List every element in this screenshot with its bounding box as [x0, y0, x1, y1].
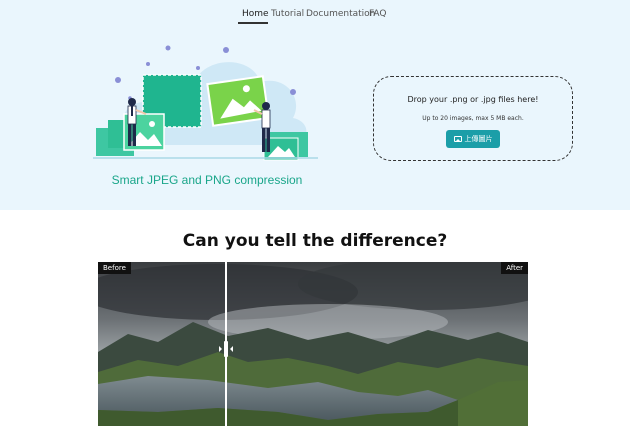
drop-zone-limits: Up to 20 images, max 5 MB each.: [422, 115, 524, 122]
image-icon: [453, 136, 462, 142]
upload-button-label: 上傳圖片: [464, 135, 493, 143]
landscape-photo: [98, 262, 528, 426]
comparison-title: Can you tell the difference?: [182, 231, 448, 251]
drag-handle-icon[interactable]: [217, 340, 235, 358]
hero-caption: Smart JPEG and PNG compression: [111, 173, 303, 187]
before-label: Before: [98, 262, 131, 274]
nav-documentation[interactable]: Documentation: [306, 9, 375, 19]
nav-tutorial[interactable]: Tutorial: [271, 9, 304, 19]
upload-button[interactable]: 上傳圖片: [446, 130, 500, 148]
file-drop-zone[interactable]: Drop your .png or .jpg files here! Up to…: [373, 76, 573, 161]
drop-zone-title: Drop your .png or .jpg files here!: [407, 95, 539, 104]
before-after-comparison[interactable]: Before After: [98, 262, 528, 426]
hero-section: Home Tutorial Documentation FAQ Smart JP…: [0, 0, 630, 210]
active-tab-indicator: [238, 22, 268, 24]
hero-illustration: [93, 45, 318, 161]
nav-home[interactable]: Home: [242, 9, 269, 19]
after-label: After: [501, 262, 528, 274]
nav-faq[interactable]: FAQ: [369, 9, 386, 19]
top-nav: Home Tutorial Documentation FAQ: [0, 0, 630, 28]
